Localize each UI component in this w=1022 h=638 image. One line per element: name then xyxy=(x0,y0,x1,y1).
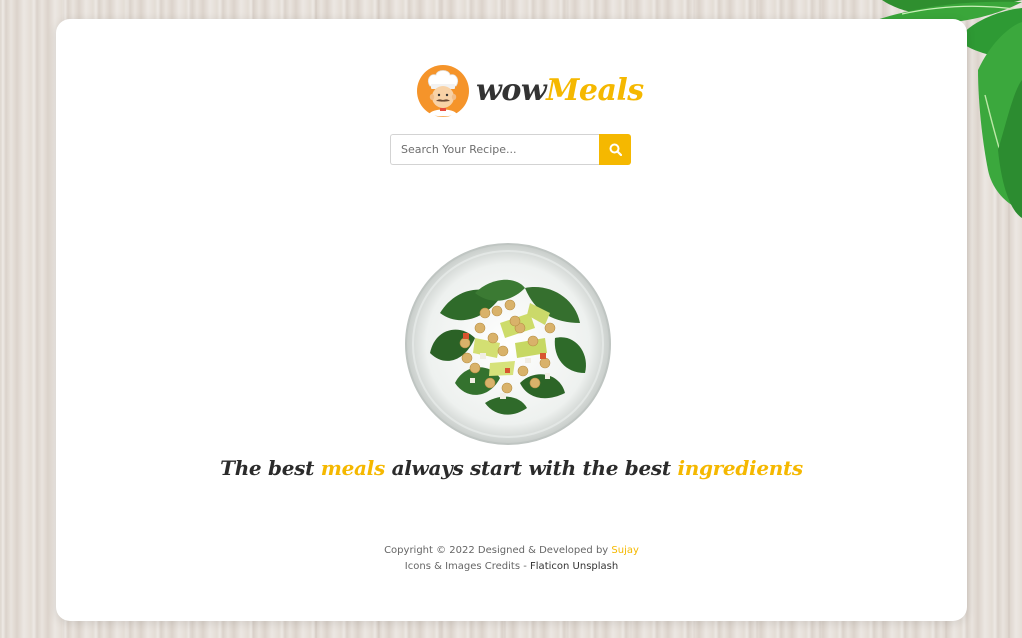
footer: Copyright © 2022 Designed & Developed by… xyxy=(56,543,967,575)
search-icon xyxy=(609,143,622,156)
search-bar xyxy=(390,134,631,165)
brand-name-prefix: wow xyxy=(476,73,547,108)
tagline-highlight-meals: meals xyxy=(320,456,386,480)
salad-bowl-image xyxy=(405,243,611,445)
search-input[interactable] xyxy=(390,134,599,165)
tagline: The best meals always start with the bes… xyxy=(56,456,967,480)
brand-name-accent: Meals xyxy=(546,73,644,108)
search-button[interactable] xyxy=(599,134,631,165)
brand-name: wowMeals xyxy=(476,76,644,106)
credits-line: Icons & Images Credits - Flaticon Unspla… xyxy=(56,559,967,575)
unsplash-link[interactable]: Unsplash xyxy=(573,561,619,572)
author-link[interactable]: Sujay xyxy=(611,545,639,556)
copyright-text: Copyright © 2022 Designed & Developed by xyxy=(384,545,612,556)
flaticon-link[interactable]: Flaticon xyxy=(530,561,569,572)
credits-label: Icons & Images Credits - xyxy=(404,561,531,572)
tagline-part-1: The best xyxy=(220,456,321,480)
copyright-line: Copyright © 2022 Designed & Developed by… xyxy=(56,543,967,559)
tagline-highlight-ingredients: ingredients xyxy=(677,456,803,480)
brand-header: wowMeals xyxy=(416,63,644,119)
chef-icon xyxy=(417,65,469,117)
tagline-part-3: always start with the best xyxy=(384,456,678,480)
main-card: wowMeals Search Your Recipe... The best … xyxy=(56,19,967,621)
